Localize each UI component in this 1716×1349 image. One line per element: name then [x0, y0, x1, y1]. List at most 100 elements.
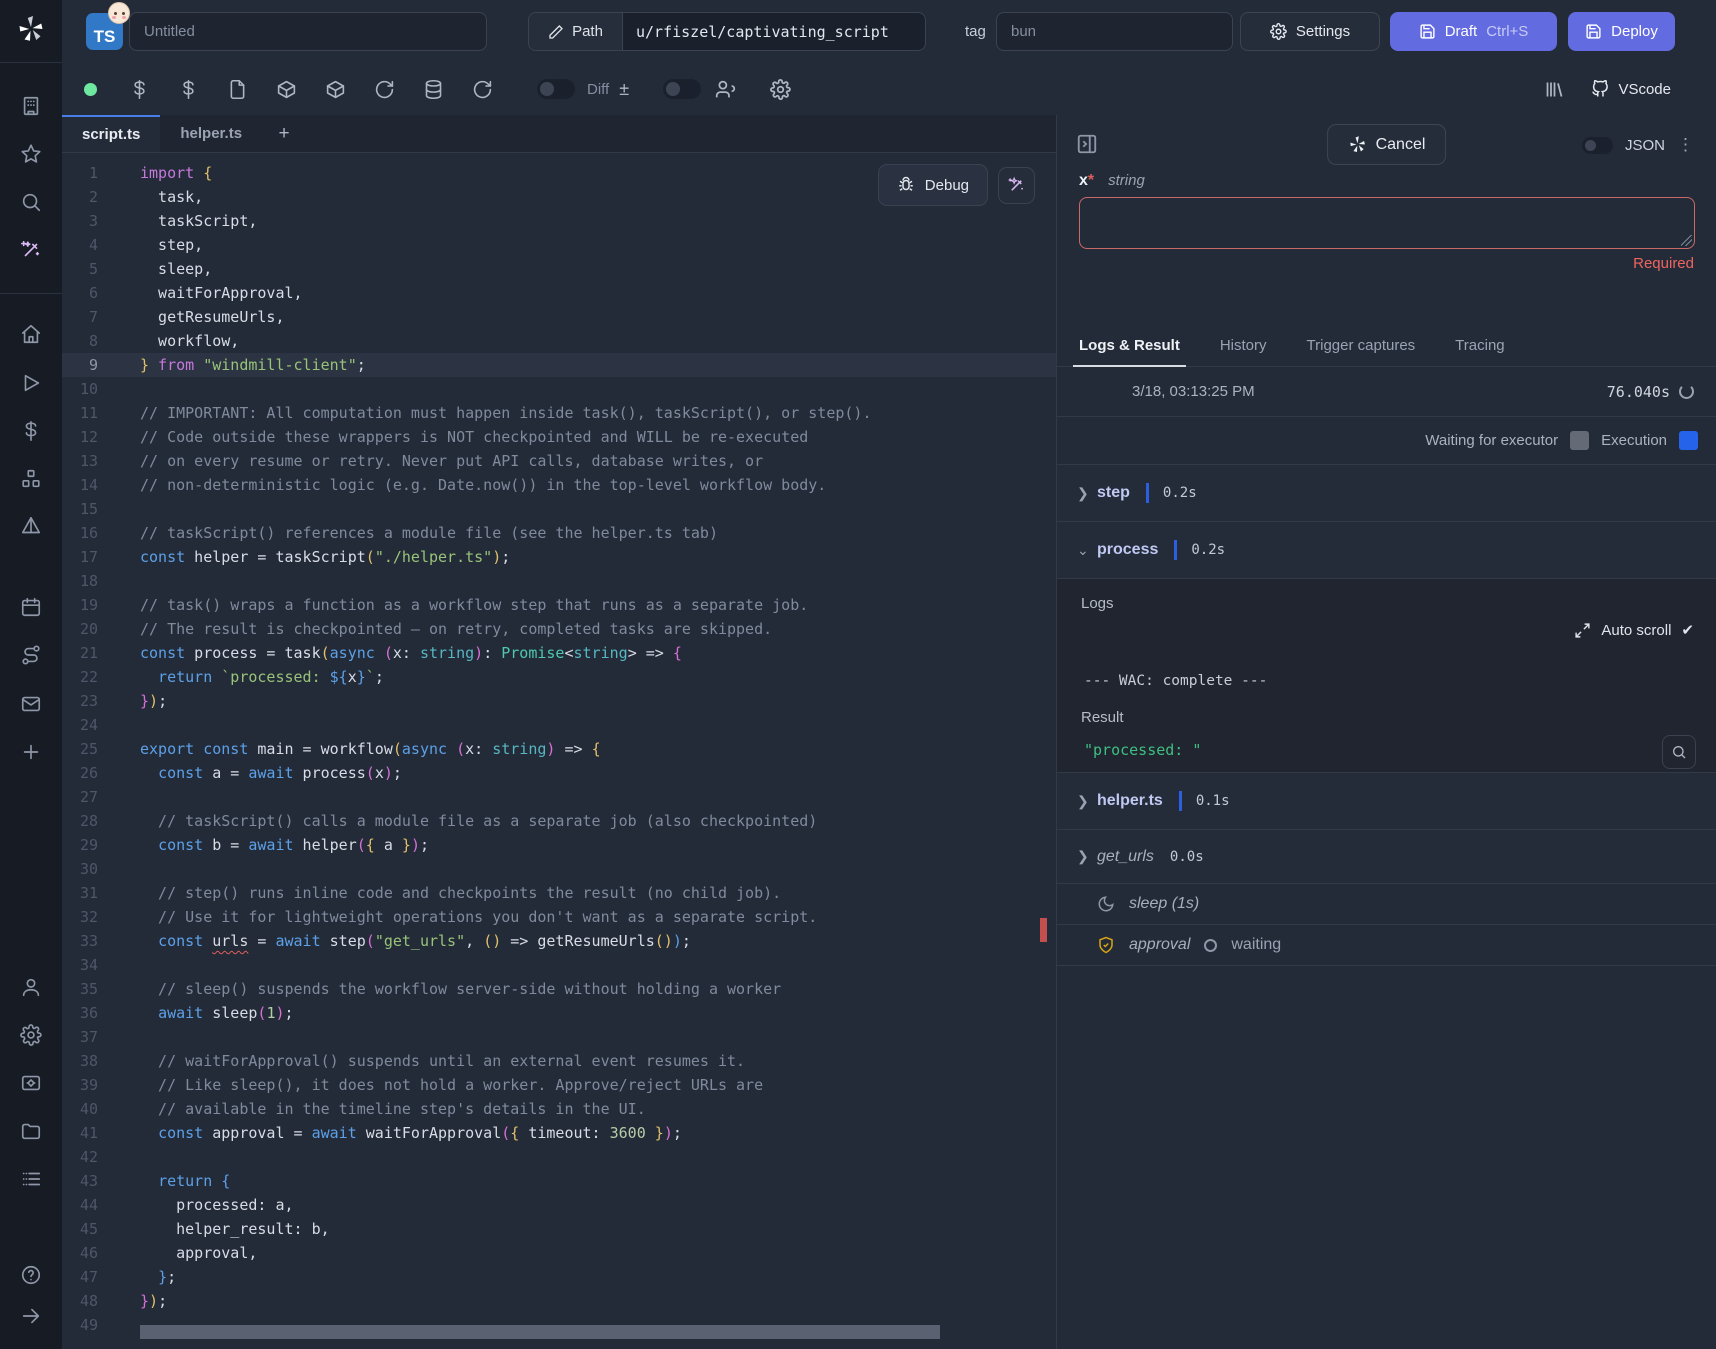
settings-button[interactable]: Settings	[1240, 12, 1380, 51]
code-line[interactable]: 4 step,	[62, 233, 1056, 257]
result-search-button[interactable]	[1662, 735, 1696, 769]
star-icon[interactable]	[19, 142, 43, 166]
kebab-menu-icon[interactable]: ⋮	[1677, 135, 1694, 155]
script-path-value[interactable]: u/rfiszel/captivating_script	[623, 13, 925, 50]
editor-settings-gear-icon[interactable]	[770, 79, 791, 100]
multiplayer-toggle[interactable]	[663, 79, 701, 99]
code-line[interactable]: 14// non-deterministic logic (e.g. Date.…	[62, 473, 1056, 497]
code-line[interactable]: 33 const urls = await step("get_urls", (…	[62, 929, 1056, 953]
help-icon[interactable]	[19, 1263, 43, 1287]
code-line[interactable]: 11// IMPORTANT: All computation must hap…	[62, 401, 1056, 425]
user-icon[interactable]	[19, 975, 43, 999]
pyramid-icon[interactable]	[19, 515, 43, 539]
code-line[interactable]: 8 workflow,	[62, 329, 1056, 353]
code-line[interactable]: 46 approval,	[62, 1241, 1056, 1265]
code-line[interactable]: 48});	[62, 1289, 1056, 1313]
timeline-event-approval[interactable]: approval waiting	[1057, 925, 1716, 966]
collapse-panel-icon[interactable]	[1076, 133, 1098, 155]
timeline-row-process[interactable]: ⌄ process 0.2s	[1057, 522, 1716, 579]
file-icon[interactable]	[227, 79, 248, 100]
code-line[interactable]: 38 // waitForApproval() suspends until a…	[62, 1049, 1056, 1073]
code-line[interactable]: 31 // step() runs inline code and checkp…	[62, 881, 1056, 905]
horizontal-scrollbar[interactable]	[140, 1325, 940, 1339]
list-icon[interactable]	[19, 1167, 43, 1191]
code-line[interactable]: 34	[62, 953, 1056, 977]
code-line[interactable]: 22 return `processed: ${x}`;	[62, 665, 1056, 689]
building-icon[interactable]	[19, 94, 43, 118]
autoscroll-control[interactable]: Auto scroll ✔	[1574, 621, 1694, 639]
id-card-icon[interactable]	[19, 1071, 43, 1095]
timeline-row-step[interactable]: ❯ step 0.2s	[1057, 465, 1716, 522]
code-line[interactable]: 30	[62, 857, 1056, 881]
code-line[interactable]: 42	[62, 1145, 1056, 1169]
deploy-button[interactable]: Deploy	[1568, 12, 1675, 51]
timeline-row-get-urls[interactable]: ❯ get_urls 0.0s	[1057, 830, 1716, 884]
code-line[interactable]: 36 await sleep(1);	[62, 1001, 1056, 1025]
code-line[interactable]: 39 // Like sleep(), it does not hold a w…	[62, 1073, 1056, 1097]
route-icon[interactable]	[19, 643, 43, 667]
status-dot-icon[interactable]	[80, 79, 101, 100]
code-line[interactable]: 20// The result is checkpointed — on ret…	[62, 617, 1056, 641]
code-line[interactable]: 35 // sleep() suspends the workflow serv…	[62, 977, 1056, 1001]
add-tab-button[interactable]: +	[262, 115, 306, 152]
code-line[interactable]: 21const process = task(async (x: string)…	[62, 641, 1056, 665]
panel-tab-tracing[interactable]: Tracing	[1455, 325, 1504, 366]
gear-icon[interactable]	[19, 1023, 43, 1047]
calendar-icon[interactable]	[19, 595, 43, 619]
code-line[interactable]: 16// taskScript() references a module fi…	[62, 521, 1056, 545]
plus-icon[interactable]	[19, 740, 43, 764]
rotate-cw-icon[interactable]	[374, 79, 395, 100]
mail-icon[interactable]	[19, 692, 43, 716]
arrow-right-icon[interactable]	[19, 1304, 43, 1328]
code-editor[interactable]: 1import {2 task,3 taskScript,4 step,5 sl…	[62, 153, 1056, 1349]
code-line[interactable]: 41 const approval = await waitForApprova…	[62, 1121, 1056, 1145]
tab-helper-ts[interactable]: helper.ts	[160, 115, 262, 152]
draft-button[interactable]: Draft Ctrl+S	[1390, 12, 1557, 51]
cancel-run-button[interactable]: Cancel	[1327, 124, 1447, 165]
code-line[interactable]: 43 return {	[62, 1169, 1056, 1193]
code-line[interactable]: 26 const a = await process(x);	[62, 761, 1056, 785]
code-line[interactable]: 27	[62, 785, 1056, 809]
package-icon[interactable]	[325, 79, 346, 100]
database-icon[interactable]	[423, 79, 444, 100]
code-line[interactable]: 17const helper = taskScript("./helper.ts…	[62, 545, 1056, 569]
tab-script-ts[interactable]: script.ts	[62, 115, 160, 152]
windmill-logo-icon[interactable]	[16, 14, 46, 44]
wand-icon[interactable]	[19, 238, 43, 262]
home-icon[interactable]	[19, 322, 43, 346]
tag-input[interactable]	[996, 12, 1233, 51]
dollar-icon[interactable]	[19, 419, 43, 443]
diff-toggle[interactable]	[537, 79, 575, 99]
code-line[interactable]: 13// on every resume or retry. Never put…	[62, 449, 1056, 473]
search-icon[interactable]	[19, 190, 43, 214]
code-line[interactable]: 25export const main = workflow(async (x:…	[62, 737, 1056, 761]
code-line[interactable]: 5 sleep,	[62, 257, 1056, 281]
panel-tab-history[interactable]: History	[1220, 325, 1267, 366]
argument-input[interactable]	[1079, 197, 1695, 249]
edit-path-button[interactable]: Path	[529, 13, 623, 50]
refresh-cw-icon[interactable]	[472, 79, 493, 100]
boxes-icon[interactable]	[19, 467, 43, 491]
timeline-event-sleep[interactable]: sleep (1s)	[1057, 884, 1716, 925]
code-line[interactable]: 15	[62, 497, 1056, 521]
code-line[interactable]: 3 taskScript,	[62, 209, 1056, 233]
code-line[interactable]: 28 // taskScript() calls a module file a…	[62, 809, 1056, 833]
code-line[interactable]: 37	[62, 1025, 1056, 1049]
users-icon[interactable]	[715, 79, 736, 100]
library-icon[interactable]	[1544, 79, 1565, 100]
code-line[interactable]: 18	[62, 569, 1056, 593]
code-line[interactable]: 19// task() wraps a function as a workfl…	[62, 593, 1056, 617]
ai-assistant-button[interactable]	[998, 167, 1035, 204]
play-icon[interactable]	[19, 371, 43, 395]
dollar-icon[interactable]	[178, 79, 199, 100]
code-line[interactable]: 7 getResumeUrls,	[62, 305, 1056, 329]
code-line[interactable]: 12// Code outside these wrappers is NOT …	[62, 425, 1056, 449]
code-line[interactable]: 10	[62, 377, 1056, 401]
debug-button[interactable]: Debug	[878, 164, 988, 206]
json-toggle[interactable]	[1582, 137, 1613, 154]
script-name-input[interactable]	[129, 12, 487, 51]
code-line[interactable]: 9} from "windmill-client";	[62, 353, 1056, 377]
code-line[interactable]: 40 // available in the timeline step's d…	[62, 1097, 1056, 1121]
folder-icon[interactable]	[19, 1119, 43, 1143]
dollar-icon[interactable]	[129, 79, 150, 100]
